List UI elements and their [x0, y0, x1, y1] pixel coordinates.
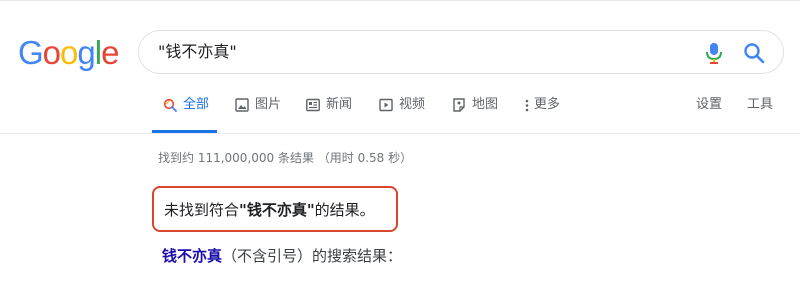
tools-label: 工具: [747, 97, 774, 112]
settings-label: 设置: [696, 97, 723, 112]
map-icon: [453, 98, 465, 112]
search-box[interactable]: "钱不亦真": [138, 30, 784, 74]
tab-images[interactable]: 图片: [235, 96, 281, 132]
video-icon: [379, 98, 393, 112]
news-icon: [306, 98, 320, 112]
logo-letter: o: [60, 34, 78, 71]
tab-label: 新闻: [326, 97, 353, 112]
no-results-prefix: 未找到符合: [164, 201, 240, 219]
more-vert-icon: [525, 99, 529, 112]
tab-label: 全部: [183, 97, 210, 112]
logo-letter: g: [77, 34, 95, 71]
tab-more[interactable]: 更多: [524, 96, 560, 132]
tools-link[interactable]: 工具: [747, 96, 773, 132]
alt-query-link[interactable]: 钱不亦真: [162, 247, 222, 265]
tab-all[interactable]: 全部: [163, 96, 209, 132]
search-input[interactable]: "钱不亦真": [158, 31, 237, 73]
settings-link[interactable]: 设置: [696, 96, 722, 132]
tab-label: 更多: [534, 97, 561, 112]
search-icon[interactable]: [743, 42, 765, 64]
no-results-message: 未找到符合"钱不亦真"的结果。: [164, 200, 375, 220]
logo-letter: G: [18, 34, 44, 71]
tabs-divider: [0, 133, 800, 134]
search-tabs: 全部 图片 新闻 视频 地图 更多 设置 工具: [0, 96, 800, 132]
no-results-suffix: 的结果。: [314, 201, 375, 219]
tab-label: 图片: [255, 97, 282, 112]
tab-videos[interactable]: 视频: [379, 96, 425, 132]
alt-query-line: 钱不亦真（不含引号）的搜索结果：: [162, 246, 402, 266]
tab-label: 视频: [399, 97, 426, 112]
search-results-page: Google "钱不亦真" 全部 图片 新闻 视频 地图 更多 设置 工具 找到…: [0, 0, 800, 305]
tab-maps[interactable]: 地图: [452, 96, 498, 132]
top-border: [0, 0, 800, 1]
no-results-query: "钱不亦真": [239, 201, 315, 219]
search-icon: [163, 98, 177, 112]
image-icon: [235, 98, 249, 112]
logo-letter: o: [42, 34, 61, 71]
no-results-highlight: 未找到符合"钱不亦真"的结果。: [152, 186, 398, 232]
mic-icon[interactable]: [704, 42, 724, 64]
google-logo[interactable]: Google: [18, 33, 119, 73]
logo-letter: e: [101, 34, 119, 71]
tab-label: 地图: [472, 97, 499, 112]
tab-news[interactable]: 新闻: [306, 96, 352, 132]
alt-query-suffix: （不含引号）的搜索结果：: [222, 247, 403, 265]
result-stats: 找到约 111,000,000 条结果 （用时 0.58 秒）: [158, 151, 413, 165]
